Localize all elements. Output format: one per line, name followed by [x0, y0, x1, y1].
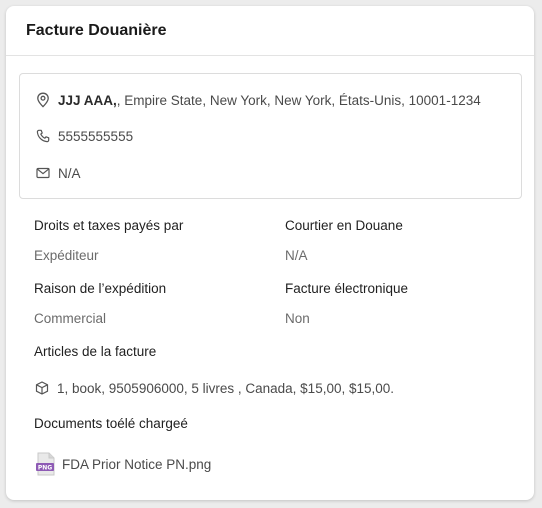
card-title: Facture Douanière	[26, 21, 167, 39]
file-type-badge: PNG	[38, 464, 52, 471]
email-value: N/A	[58, 165, 81, 181]
document-link[interactable]: PNG FDA Prior Notice PN.png	[35, 452, 211, 476]
mail-icon	[35, 165, 51, 181]
duties-label: Droits et taxes payés par	[34, 218, 184, 233]
document-filename[interactable]: FDA Prior Notice PN.png	[62, 457, 211, 472]
broker-label: Courtier en Douane	[285, 218, 403, 233]
invoice-items-label: Articles de la facture	[34, 344, 157, 359]
reason-value: Commercial	[34, 311, 107, 326]
broker-value: N/A	[285, 248, 308, 263]
einvoice-value: Non	[285, 311, 310, 326]
documents-label: Documents toélé chargeé	[34, 416, 188, 431]
invoice-item-text: 1, book, 9505906000, 5 livres , Canada, …	[57, 380, 395, 396]
address-row: JJJ AAA, , Empire State, New York, New Y…	[35, 92, 481, 108]
png-file-icon: PNG	[35, 452, 57, 476]
email-row: N/A	[35, 165, 81, 181]
einvoice-label: Facture électronique	[285, 281, 409, 296]
phone-number: 5555555555	[58, 128, 134, 144]
phone-icon	[35, 128, 51, 144]
recipient-name: JJJ AAA,	[58, 92, 117, 108]
address-box: JJJ AAA, , Empire State, New York, New Y…	[19, 73, 522, 199]
address-line: , Empire State, New York, New York, État…	[116, 92, 481, 108]
reason-label: Raison de l’expédition	[34, 281, 167, 296]
box-icon	[34, 380, 50, 396]
duties-value: Expéditeur	[34, 248, 99, 263]
list-item: 1, book, 9505906000, 5 livres , Canada, …	[34, 380, 394, 396]
customs-invoice-card: Facture Douanière JJJ AAA, , Empire Stat…	[6, 6, 534, 500]
location-pin-icon	[35, 92, 51, 108]
phone-row: 5555555555	[35, 128, 133, 144]
card-header: Facture Douanière	[6, 6, 534, 56]
